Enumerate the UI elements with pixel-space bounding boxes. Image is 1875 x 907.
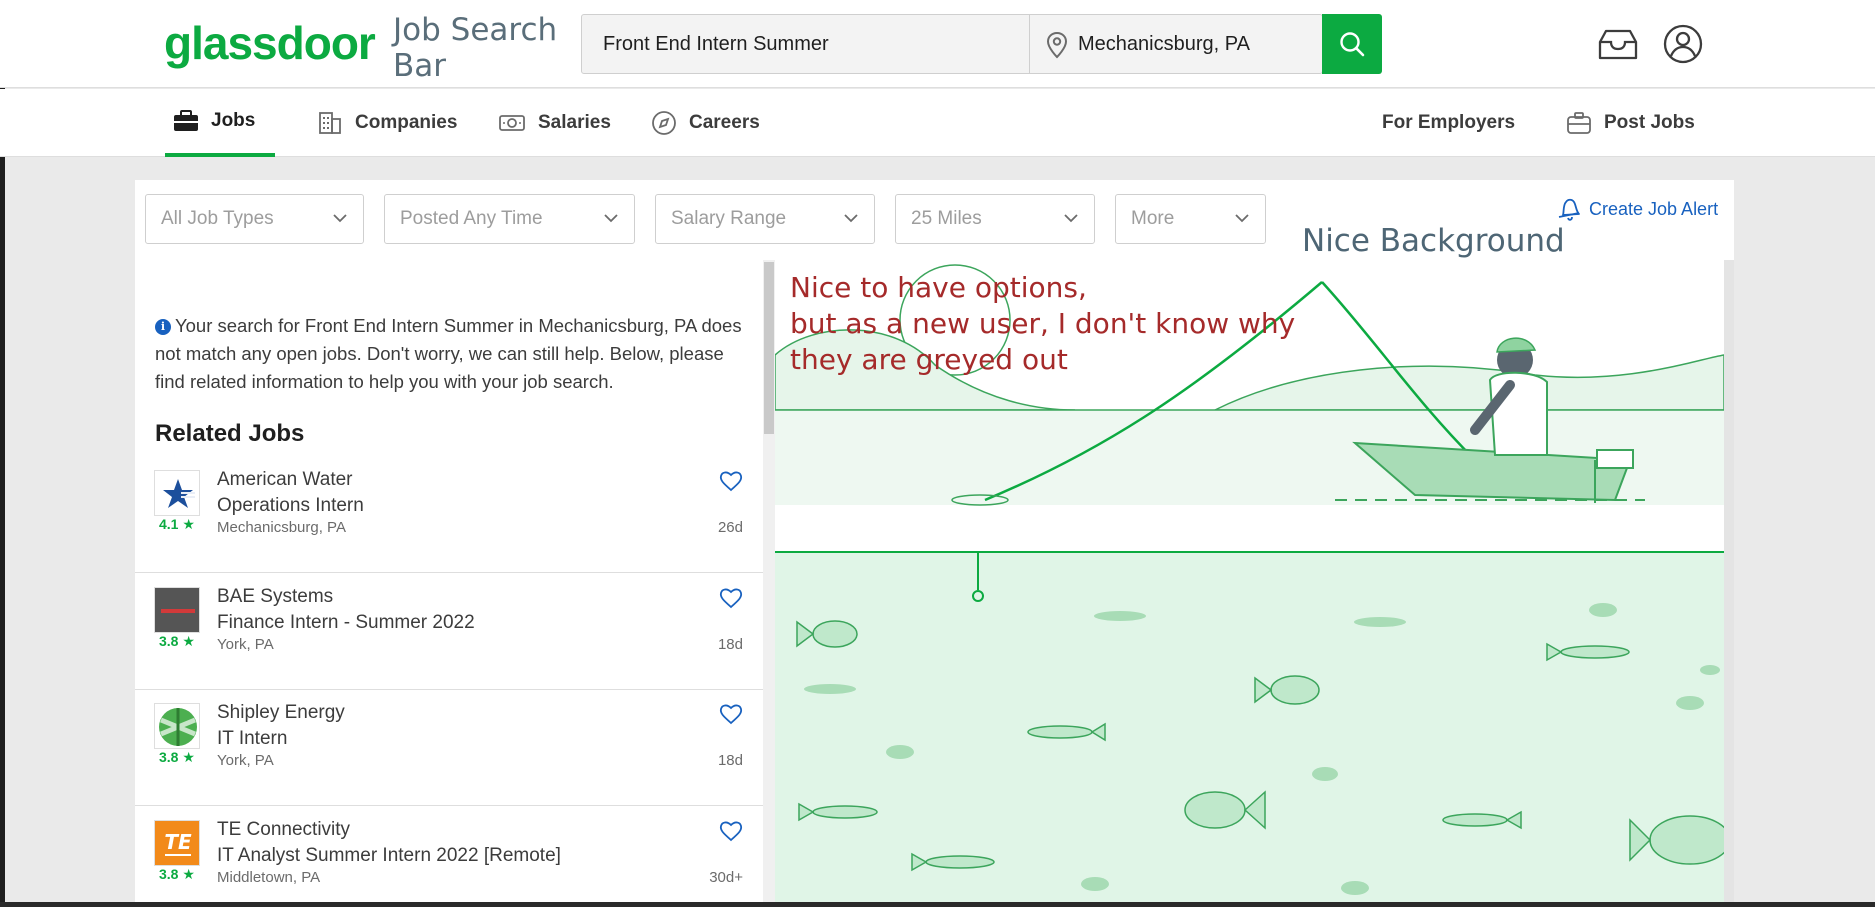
chevron-down-icon xyxy=(604,214,618,223)
company-rating: 3.8 ★ xyxy=(159,866,195,882)
nav-tab-jobs[interactable]: Jobs xyxy=(165,89,275,157)
annotation-line: they are greyed out xyxy=(790,343,1068,376)
filter-salary-range[interactable]: Salary Range xyxy=(655,194,875,244)
building-icon xyxy=(319,112,341,134)
search-button[interactable] xyxy=(1322,14,1382,74)
job-location: York, PA xyxy=(217,636,274,653)
job-title[interactable]: Finance Intern - Summer 2022 xyxy=(217,612,475,634)
job-age: 18d xyxy=(717,752,743,769)
filter-label: Posted Any Time xyxy=(400,208,543,229)
save-heart-icon[interactable] xyxy=(719,820,743,842)
main-nav: Jobs Companies Salaries Careers For Empl… xyxy=(0,89,1875,157)
job-location: Middletown, PA xyxy=(217,869,321,886)
inbox-icon[interactable] xyxy=(1597,28,1639,62)
company-name: TE Connectivity xyxy=(217,819,351,840)
job-card[interactable]: TE 3.8 ★ TE Connectivity IT Analyst Summ… xyxy=(135,806,763,907)
job-card[interactable]: 3.8 ★ Shipley Energy IT Intern York, PA … xyxy=(135,689,763,806)
profile-icon[interactable] xyxy=(1663,24,1703,64)
chevron-down-icon xyxy=(1235,214,1249,223)
results-scrollbar-thumb[interactable] xyxy=(764,262,774,434)
company-name: Shipley Energy xyxy=(217,702,345,723)
keyword-input[interactable] xyxy=(582,15,1029,73)
save-heart-icon[interactable] xyxy=(719,587,743,609)
nav-link-label: For Employers xyxy=(1382,112,1516,133)
job-title[interactable]: IT Analyst Summer Intern 2022 [Remote] xyxy=(217,845,561,867)
filter-label: 25 Miles xyxy=(911,208,982,229)
search-divider xyxy=(1029,15,1030,73)
nav-post-jobs[interactable]: Post Jobs xyxy=(1566,89,1695,157)
company-rating: 3.8 ★ xyxy=(159,633,195,649)
illustration-scrollbar[interactable] xyxy=(1724,260,1734,907)
job-card[interactable]: 3.8 ★ BAE Systems Finance Intern - Summe… xyxy=(135,573,763,690)
filter-job-types[interactable]: All Job Types xyxy=(145,194,364,244)
job-age: 18d xyxy=(717,636,743,653)
bell-icon xyxy=(1558,198,1580,221)
filter-label: Salary Range xyxy=(671,208,787,229)
briefcase-icon xyxy=(174,110,198,131)
taskbar-strip xyxy=(0,902,1875,907)
top-header: glassdoor Job Search Bar xyxy=(0,0,1875,88)
nav-tab-label: Salaries xyxy=(538,112,611,133)
nav-tab-label: Careers xyxy=(689,112,760,133)
annotation-greyed-options: Nice to have options, but as a new user,… xyxy=(790,270,1295,378)
save-heart-icon[interactable] xyxy=(719,703,743,725)
job-title[interactable]: IT Intern xyxy=(217,728,287,750)
nav-tab-careers[interactable]: Careers xyxy=(651,89,760,157)
company-logo: TE xyxy=(154,820,200,866)
filter-label: More xyxy=(1131,208,1175,229)
chevron-down-icon xyxy=(1064,214,1078,223)
job-location: Mechanicsburg, PA xyxy=(217,519,346,536)
nav-tab-label: Jobs xyxy=(211,110,256,131)
chevron-down-icon xyxy=(333,214,347,223)
chevron-down-icon xyxy=(844,214,858,223)
svg-text:TE: TE xyxy=(164,830,192,854)
nav-tab-label: Companies xyxy=(355,112,458,133)
company-rating: 3.8 ★ xyxy=(159,749,195,765)
annotation-job-search-bar: Job Search Bar xyxy=(393,12,558,84)
job-location: York, PA xyxy=(217,752,274,769)
filter-distance[interactable]: 25 Miles xyxy=(895,194,1095,244)
create-job-alert-label: Create Job Alert xyxy=(1589,198,1719,219)
nav-for-employers[interactable]: For Employers xyxy=(1382,89,1515,157)
te-logo-icon: TE xyxy=(155,821,199,865)
save-heart-icon[interactable] xyxy=(719,470,743,492)
star-logo-icon xyxy=(163,479,195,508)
company-logo xyxy=(154,703,200,749)
nav-tab-salaries[interactable]: Salaries xyxy=(498,89,611,157)
company-logo xyxy=(154,470,200,516)
create-job-alert-link[interactable]: Create Job Alert xyxy=(1557,195,1718,223)
shipley-logo-icon xyxy=(159,708,197,746)
related-jobs-heading: Related Jobs xyxy=(155,420,305,447)
location-pin-icon xyxy=(1046,31,1068,59)
no-results-notice: i Your search for Front End Intern Summer… xyxy=(155,312,745,396)
job-title[interactable]: Operations Intern xyxy=(217,495,364,517)
annotation-nice-background: Nice Background xyxy=(1302,223,1565,259)
annotation-line: Nice to have options, xyxy=(790,271,1087,304)
nav-tab-companies[interactable]: Companies xyxy=(317,89,457,157)
company-rating: 4.1 ★ xyxy=(159,516,195,532)
search-bar xyxy=(581,14,1324,74)
filter-label: All Job Types xyxy=(161,208,274,229)
money-icon xyxy=(499,115,525,131)
company-logo xyxy=(154,587,200,633)
company-name: American Water xyxy=(217,469,353,490)
filter-more[interactable]: More xyxy=(1115,194,1266,244)
results-panel: i Your search for Front End Intern Summer… xyxy=(135,260,763,907)
job-age: 30d+ xyxy=(709,869,743,886)
notice-text: Your search for Front End Intern Summer … xyxy=(155,315,742,392)
glassdoor-logo[interactable]: glassdoor xyxy=(164,16,376,70)
compass-icon xyxy=(652,111,676,135)
magnifier-icon xyxy=(1340,32,1365,57)
job-age: 26d xyxy=(717,519,743,536)
briefcase-outline-icon xyxy=(1567,112,1591,134)
filter-posted-time[interactable]: Posted Any Time xyxy=(384,194,635,244)
bae-logo-icon xyxy=(155,588,199,632)
nav-link-label: Post Jobs xyxy=(1604,112,1695,133)
info-icon: i xyxy=(155,319,171,335)
job-card[interactable]: 4.1 ★ American Water Operations Intern M… xyxy=(135,456,763,573)
company-name: BAE Systems xyxy=(217,586,334,607)
annotation-line: but as a new user, I don't know why xyxy=(790,307,1296,340)
location-input[interactable] xyxy=(1076,15,1324,73)
